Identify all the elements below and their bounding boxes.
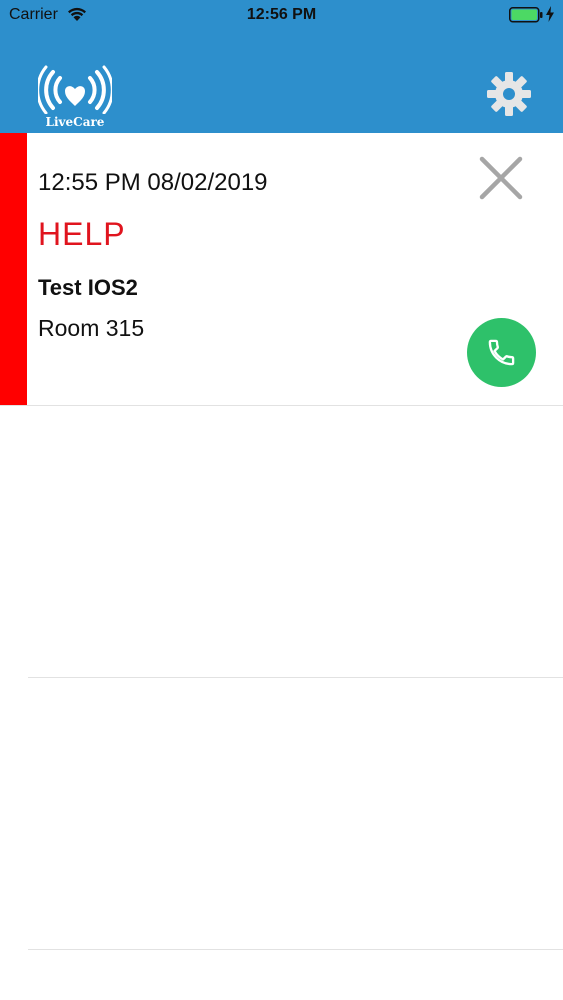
gear-icon xyxy=(487,72,531,116)
call-button[interactable] xyxy=(467,318,536,387)
charging-bolt-icon xyxy=(546,6,554,22)
heart-signal-icon xyxy=(36,65,114,115)
list-row-divider xyxy=(28,949,563,950)
dismiss-alert-button[interactable] xyxy=(478,155,524,201)
battery-icon xyxy=(509,7,543,23)
settings-button[interactable] xyxy=(485,70,533,118)
status-time: 12:56 PM xyxy=(246,6,317,23)
logo-text: LiveCare xyxy=(45,115,105,129)
app-header: Carrier 12:56 PM LiveCare xyxy=(0,0,563,133)
alert-severity-strip xyxy=(0,133,27,405)
livecare-logo: LiveCare xyxy=(36,62,114,132)
alert-timestamp: 12:55 PM 08/02/2019 xyxy=(38,169,268,196)
status-bar: Carrier 12:56 PM xyxy=(0,0,563,30)
alert-card[interactable]: 12:55 PM 08/02/2019 HELP Test IOS2 Room … xyxy=(0,133,563,406)
alert-resident-name: Test IOS2 xyxy=(38,275,138,300)
close-icon xyxy=(479,156,523,200)
phone-icon xyxy=(488,339,515,366)
alert-type: HELP xyxy=(38,216,126,252)
alert-room: Room 315 xyxy=(38,315,145,341)
list-row-divider xyxy=(28,677,563,678)
